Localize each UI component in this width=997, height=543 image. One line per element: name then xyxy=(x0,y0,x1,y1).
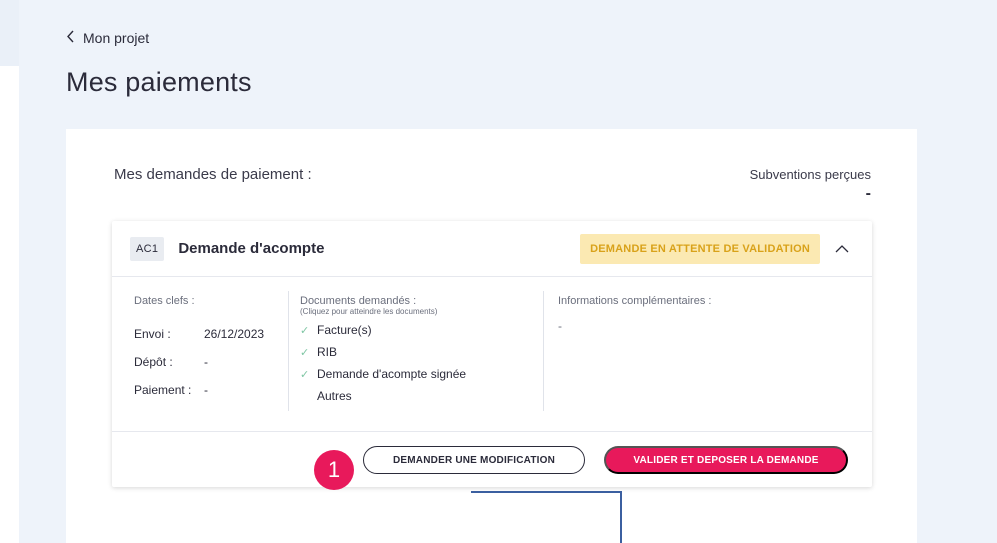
document-item[interactable]: ✓ Facture(s) xyxy=(300,319,544,341)
request-title: Demande d'acompte xyxy=(178,240,325,257)
subventions-label: Subventions perçues xyxy=(749,167,871,182)
step-number-badge: 1 xyxy=(314,450,354,490)
documents-hint: (Cliquez pour atteindre les documents) xyxy=(300,307,438,316)
payment-request-card: AC1 Demande d'acompte DEMANDE EN ATTENTE… xyxy=(112,221,872,487)
subventions-summary: Subventions perçues - xyxy=(750,167,871,202)
key-dates-label: Dates clefs : xyxy=(134,295,195,307)
date-value: 26/12/2023 xyxy=(204,327,265,341)
page-title: Mes paiements xyxy=(66,67,252,97)
document-label: Demande d'acompte signée xyxy=(317,367,467,381)
chevron-up-icon[interactable] xyxy=(834,241,850,257)
payments-heading: Mes demandes de paiement : xyxy=(114,166,312,183)
check-icon: ✓ xyxy=(300,324,310,337)
info-value: - xyxy=(558,319,562,333)
documents-label: Documents demandés : xyxy=(300,295,417,307)
date-row-depot: Dépôt : - xyxy=(134,355,208,369)
date-key: Paiement : xyxy=(134,383,192,397)
document-label: Facture(s) xyxy=(317,323,372,337)
additional-info: Informations complémentaires : - xyxy=(543,291,843,411)
document-item[interactable]: ✓ RIB xyxy=(300,341,544,363)
date-key: Dépôt : xyxy=(134,355,173,369)
date-row-envoi: Envoi : 26/12/2023 xyxy=(134,327,264,341)
date-value: - xyxy=(204,383,208,397)
key-dates: Dates clefs : Envoi : 26/12/2023 Dépôt :… xyxy=(134,277,290,431)
date-value: - xyxy=(204,355,208,369)
back-link-label: Mon projet xyxy=(83,30,150,46)
check-icon: ✓ xyxy=(300,368,310,381)
requested-documents: Documents demandés : (Cliquez pour attei… xyxy=(288,291,544,411)
request-ref-tag: AC1 xyxy=(130,236,165,261)
subventions-value: - xyxy=(865,185,871,202)
date-row-paiement: Paiement : - xyxy=(134,383,208,397)
annotation-connector-line xyxy=(471,491,622,543)
payments-card: Mes demandes de paiement : Subventions p… xyxy=(66,129,917,543)
document-label: RIB xyxy=(317,345,338,359)
request-header[interactable]: AC1 Demande d'acompte DEMANDE EN ATTENTE… xyxy=(112,221,872,277)
request-modification-button[interactable]: DEMANDER UNE MODIFICATION xyxy=(363,446,585,474)
chevron-left-icon xyxy=(66,30,75,46)
status-badge: DEMANDE EN ATTENTE DE VALIDATION xyxy=(580,234,820,264)
document-item[interactable]: ✓ Demande d'acompte signée xyxy=(300,363,544,385)
document-label: Autres xyxy=(317,389,352,403)
check-icon: ✓ xyxy=(300,346,310,359)
back-link[interactable]: Mon projet xyxy=(66,30,149,46)
info-label: Informations complémentaires : xyxy=(558,295,712,307)
request-actions: DEMANDER UNE MODIFICATION VALIDER ET DEP… xyxy=(112,431,872,487)
validate-submit-button[interactable]: VALIDER ET DEPOSER LA DEMANDE xyxy=(604,446,848,474)
request-body: Dates clefs : Envoi : 26/12/2023 Dépôt :… xyxy=(112,277,872,431)
document-item[interactable]: Autres xyxy=(300,385,544,407)
date-key: Envoi : xyxy=(134,327,171,341)
